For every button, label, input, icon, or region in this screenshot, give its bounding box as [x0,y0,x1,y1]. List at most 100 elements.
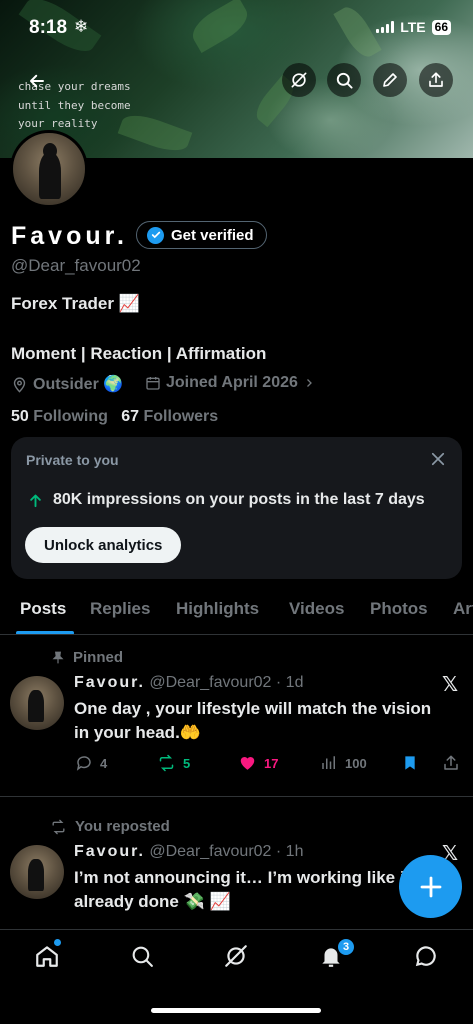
bookmark-icon [405,756,415,770]
post-header: Favour. @Dear_favour02 · 1h [74,843,303,861]
repost-button[interactable]: 5 [157,754,190,772]
calendar-icon [146,377,160,390]
impressions-text: 80K impressions on your posts in the las… [53,491,425,508]
search-button[interactable] [327,63,361,97]
reposted-text: You reposted [75,818,170,835]
nav-grok[interactable] [222,942,250,970]
search-icon [336,72,353,89]
post-author-name[interactable]: Favour. [74,843,145,860]
tab-posts[interactable]: Posts [20,599,66,619]
tab-highlights[interactable]: Highlights [176,599,259,619]
back-button[interactable] [22,66,52,96]
display-name: Favour. [11,222,128,250]
bio-line: Forex Trader 📈 [11,294,140,313]
following-label: Following [33,408,108,425]
post-author-avatar[interactable] [10,845,64,899]
status-indicators: LTE 66 [376,19,451,35]
edit-profile-button[interactable] [373,63,407,97]
active-tab-indicator [16,631,74,634]
bio-line: Moment | Reaction | Affirmation [11,344,267,363]
tab-videos[interactable]: Videos [289,599,344,619]
followers-link[interactable]: 67 Followers [121,408,218,425]
post-meta: @Dear_favour02 · 1d [149,674,304,691]
profile-avatar[interactable] [10,130,88,208]
compose-button[interactable] [399,855,462,918]
x-logo-icon: 𝕏 [442,674,459,696]
post-text-line: in your head.🤲 [74,723,201,742]
chevron-right-icon[interactable] [303,377,315,389]
profile-tabs: Posts Replies Highlights Videos Photos A… [0,589,473,635]
network-label: LTE [400,19,426,35]
following-link[interactable]: 50 Following [11,408,108,425]
bookmark-button[interactable] [402,754,418,777]
banner-quote-line: until they become [18,98,131,112]
grok-icon [225,945,247,967]
plus-icon [420,876,441,897]
location-label: Outsider 🌍 [33,376,124,393]
post-divider [0,796,473,797]
back-arrow-icon [30,74,44,88]
notification-badge: 3 [337,938,355,956]
impressions-row: 80K impressions on your posts in the las… [28,491,425,509]
views-icon [322,756,335,769]
get-verified-button[interactable]: Get verified [136,221,267,249]
tab-photos[interactable]: Photos [370,599,428,619]
repost-count: 5 [183,755,191,771]
search-icon [132,946,153,967]
reply-count: 4 [100,755,108,771]
reposted-label: You reposted [50,818,170,835]
nav-messages[interactable] [412,942,440,970]
location-pin-icon [13,376,26,393]
close-icon [431,452,445,466]
post-author-avatar[interactable] [10,676,64,730]
followers-count: 67 [121,408,140,425]
repost-icon [52,819,65,834]
following-count: 50 [11,408,29,425]
follow-stats: 50 Following 67 Followers [11,408,218,426]
grok-button[interactable] [282,63,316,97]
verified-check-icon [147,226,164,244]
post-author-name[interactable]: Favour. [74,674,145,691]
heart-icon [240,757,255,770]
edit-icon [383,73,397,87]
views-button[interactable]: 100 [320,754,367,772]
like-count: 17 [264,755,279,771]
analytics-card-title: Private to you [26,452,119,468]
tab-articles[interactable]: Articles [453,599,473,619]
signal-icon [376,21,395,33]
like-button[interactable]: 17 [238,754,278,772]
share-button[interactable] [419,63,453,97]
share-icon [444,755,458,770]
joined-label: Joined April 2026 [166,374,298,391]
profile-handle: @Dear_favour02 [11,256,141,275]
followers-label: Followers [143,408,219,425]
post-text: One day , your lifestyle will match the … [74,697,431,745]
post-share-button[interactable] [442,754,460,777]
grok-icon [291,72,307,88]
post-header: Favour. @Dear_favour02 · 1d [74,674,303,692]
battery-icon: 66 [431,19,451,35]
share-icon [429,72,443,87]
reply-button[interactable]: 4 [75,754,107,772]
repost-icon [159,754,174,772]
status-time: 8:18 [29,17,68,38]
arrow-up-icon [30,494,41,507]
nav-home[interactable] [33,942,61,970]
tab-replies[interactable]: Replies [90,599,150,619]
join-date: Joined April 2026 [145,374,315,392]
reply-icon [76,756,91,771]
home-icon [36,946,58,967]
location: Outsider 🌍 [11,374,123,394]
pin-icon [52,651,64,664]
unlock-analytics-button[interactable]: Unlock analytics [25,527,182,563]
snowflake-icon: ❄ [74,17,89,36]
post-meta: @Dear_favour02 · 1h [149,843,304,860]
get-verified-label: Get verified [171,226,254,244]
nav-search[interactable] [128,942,156,970]
banner-quote-line: your reality [18,117,98,130]
messages-icon [415,946,436,967]
home-unread-dot [54,939,61,946]
pinned-text: Pinned [73,649,124,666]
home-indicator [151,1008,321,1013]
close-card-button[interactable] [429,450,447,473]
